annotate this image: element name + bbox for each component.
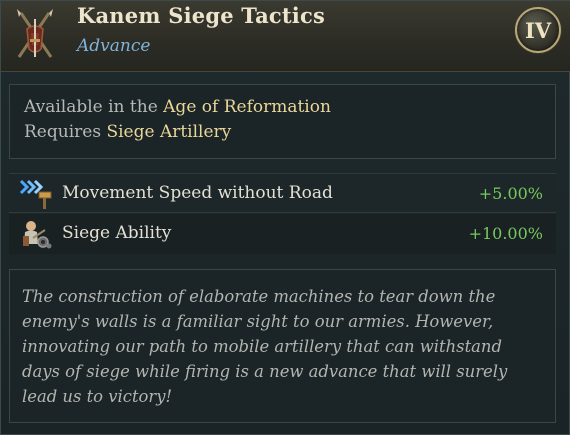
age-name: Age of Reformation: [163, 97, 331, 117]
tooltip-header: Kanem Siege Tactics Advance IV: [1, 1, 570, 72]
tier-badge: IV: [515, 7, 561, 53]
modifier-list: Movement Speed without Road +5.00% Siege…: [9, 173, 556, 255]
age-requirement-prefix: Available in the: [24, 97, 164, 117]
siege-engineer-icon: [19, 218, 53, 250]
flavor-text-panel: The construction of elaborate machines t…: [9, 269, 556, 423]
age-requirement: Available in the Age of Reformation: [24, 97, 331, 117]
modifier-label: Siege Ability: [62, 223, 172, 243]
advance-title: Kanem Siege Tactics: [77, 3, 325, 28]
prerequisite-name: Siege Artillery: [106, 122, 232, 142]
modifier-label: Movement Speed without Road: [62, 183, 333, 203]
requirements-panel: Available in the Age of Reformation Requ…: [9, 84, 556, 159]
speed-arrows-road-icon: [19, 178, 53, 210]
advance-tooltip: Kanem Siege Tactics Advance IV Available…: [0, 0, 570, 435]
modifier-row: Siege Ability +10.00%: [9, 214, 556, 254]
prerequisite-requirement: Requires Siege Artillery: [24, 122, 231, 142]
flavor-text: The construction of elaborate machines t…: [22, 287, 508, 406]
modifier-row: Movement Speed without Road +5.00%: [9, 173, 556, 213]
prerequisite-prefix: Requires: [24, 122, 107, 142]
crossed-weapons-icon: [13, 9, 57, 61]
modifier-value: +5.00%: [478, 184, 543, 203]
advance-type-label: Advance: [77, 36, 151, 56]
modifier-value: +10.00%: [468, 224, 543, 243]
